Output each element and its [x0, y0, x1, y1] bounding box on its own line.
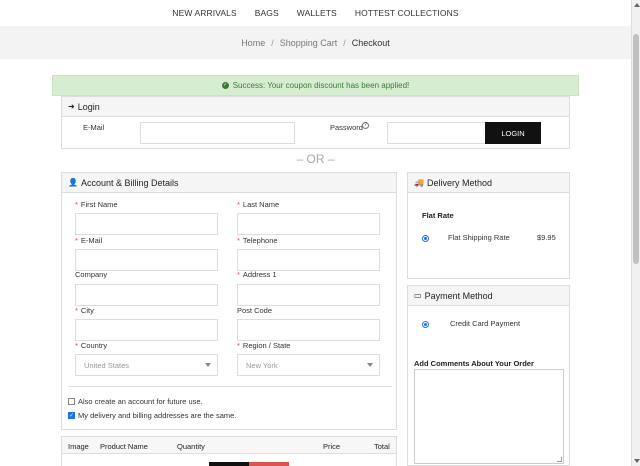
city-label: * City — [75, 306, 94, 315]
truck-icon: 🚚 — [414, 178, 424, 187]
nav-bags[interactable]: BAGS — [255, 8, 279, 18]
scroll-up-icon[interactable] — [634, 3, 640, 7]
nav-wallets[interactable]: WALLETS — [297, 8, 337, 18]
check-circle-icon: ✓ — [221, 82, 229, 89]
billing-email-input[interactable] — [75, 249, 218, 271]
address1-label: * Address 1 — [237, 270, 277, 279]
quantity-update-button[interactable] — [209, 462, 249, 466]
first-name-input[interactable] — [75, 213, 218, 235]
login-panel-header: ➜ Login — [62, 97, 569, 117]
comments-textarea[interactable] — [414, 369, 564, 464]
payment-method-panel: ▭ Payment Method Credit Card Payment Add… — [407, 285, 570, 466]
telephone-label: * Telephone — [237, 236, 278, 245]
nav-hottest-collections[interactable]: HOTTEST COLLECTIONS — [355, 8, 459, 18]
country-label: * Country — [75, 341, 108, 350]
country-select[interactable]: United States — [75, 354, 218, 376]
flat-shipping-label: Flat Shipping Rate — [448, 233, 510, 242]
login-panel: ➜ Login E-Mail Password ? LOGIN — [61, 96, 570, 149]
country-value: United States — [84, 360, 130, 370]
flat-rate-heading: Flat Rate — [422, 211, 454, 220]
form-divider — [68, 386, 392, 387]
billing-panel: 👤 Account & Billing Details * First Name … — [61, 172, 397, 430]
login-password-input[interactable] — [387, 122, 487, 144]
sign-in-icon: ➜ — [68, 102, 75, 111]
top-navigation: NEW ARRIVALS BAGS WALLETS HOTTEST COLLEC… — [0, 0, 631, 26]
same-address-label: My delivery and billing addresses are th… — [78, 411, 237, 420]
or-divider: – OR – — [296, 152, 335, 166]
billing-title: Account & Billing Details — [80, 177, 179, 188]
credit-card-icon: ▭ — [414, 291, 422, 300]
login-button[interactable]: LOGIN — [485, 122, 541, 144]
column-quantity: Quantity — [177, 442, 205, 451]
create-account-label: Also create an account for future use. — [78, 397, 203, 406]
scrollbar-thumb[interactable] — [633, 34, 639, 264]
scrollbar[interactable] — [631, 0, 640, 466]
billing-email-label: * E-Mail — [75, 236, 103, 245]
billing-panel-header: 👤 Account & Billing Details — [62, 173, 396, 193]
address1-input[interactable] — [237, 284, 380, 306]
remove-button[interactable] — [249, 462, 289, 466]
cart-table: Image Product Name Quantity Price Total — [61, 436, 397, 466]
chevron-down-icon — [367, 363, 373, 367]
table-row — [62, 453, 396, 466]
post-code-input[interactable] — [237, 319, 380, 341]
company-label: Company — [75, 270, 108, 279]
column-price: Price — [323, 442, 341, 451]
breadcrumb: Home / Shopping Cart / Checkout — [0, 26, 631, 59]
region-select[interactable]: New York — [237, 354, 380, 376]
flat-shipping-price: $9.95 — [537, 233, 556, 242]
post-code-label: Post Code — [237, 306, 273, 315]
password-label: Password — [330, 123, 363, 132]
first-name-label: * First Name — [75, 200, 118, 209]
column-product-name: Product Name — [100, 442, 148, 451]
company-input[interactable] — [75, 284, 218, 306]
scroll-down-icon[interactable] — [634, 459, 640, 463]
same-address-checkbox[interactable]: ✓ — [68, 412, 75, 419]
login-title: Login — [77, 101, 100, 112]
alert-message: Success: Your coupon discount has been a… — [232, 81, 410, 90]
flat-shipping-radio[interactable] — [422, 235, 429, 242]
breadcrumb-home[interactable]: Home — [241, 38, 265, 48]
region-value: New York — [246, 360, 278, 370]
payment-title: Payment Method — [424, 290, 493, 301]
nav-new-arrivals[interactable]: NEW ARRIVALS — [172, 8, 236, 18]
column-total: Total — [374, 442, 390, 451]
chevron-down-icon — [205, 363, 211, 367]
breadcrumb-shopping-cart[interactable]: Shopping Cart — [280, 38, 338, 48]
breadcrumb-separator: / — [343, 37, 346, 48]
question-circle-icon[interactable]: ? — [362, 122, 369, 129]
credit-card-radio[interactable] — [422, 321, 429, 328]
comments-label: Add Comments About Your Order — [414, 359, 534, 368]
city-input[interactable] — [75, 319, 218, 341]
telephone-input[interactable] — [237, 249, 380, 271]
region-label: * Region / State — [237, 341, 291, 350]
delivery-method-panel: 🚚 Delivery Method Flat Rate Flat Shippin… — [407, 172, 570, 279]
login-email-input[interactable] — [140, 122, 295, 144]
delivery-title: Delivery Method — [426, 177, 492, 188]
breadcrumb-current: Checkout — [351, 37, 390, 48]
last-name-label: * Last Name — [237, 200, 280, 209]
breadcrumb-separator: / — [271, 37, 274, 48]
user-icon: 👤 — [68, 178, 78, 187]
credit-card-label: Credit Card Payment — [450, 319, 521, 328]
email-label: E-Mail — [83, 123, 105, 132]
payment-panel-header: ▭ Payment Method — [408, 286, 569, 306]
column-image: Image — [68, 442, 89, 451]
create-account-checkbox[interactable] — [68, 398, 75, 405]
last-name-input[interactable] — [237, 213, 380, 235]
resize-handle-icon[interactable] — [557, 457, 562, 462]
delivery-panel-header: 🚚 Delivery Method — [408, 173, 569, 193]
success-alert: ✓ Success: Your coupon discount has been… — [52, 75, 579, 96]
